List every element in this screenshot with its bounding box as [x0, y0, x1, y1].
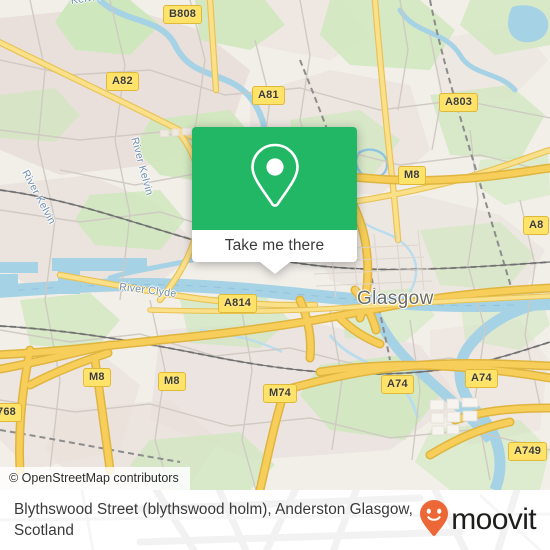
road-shield-a82: A82 — [106, 72, 139, 91]
road-shield-m8-north: M8 — [398, 166, 426, 185]
moovit-logo[interactable]: moovit — [419, 499, 537, 542]
callout-pin-panel — [192, 127, 357, 230]
moovit-wordmark: moovit — [451, 503, 536, 536]
road-shield-a803: A803 — [439, 93, 479, 112]
road-shield-m74: M74 — [263, 384, 297, 403]
moovit-map-page: B808 A82 A81 A803 M8 A8 A814 M8 M8 768 M… — [0, 0, 550, 550]
page-footer: Blythswood Street (blythswood holm), And… — [0, 490, 550, 550]
take-me-there-label: Take me there — [224, 237, 325, 254]
road-shield-a74-right: A74 — [465, 369, 498, 388]
osm-attribution[interactable]: © OpenStreetMap contributors — [0, 466, 190, 490]
city-label-glasgow: Glasgow — [357, 288, 434, 309]
moovit-smiley-pin-icon — [419, 499, 449, 542]
road-shield-a768: 768 — [0, 403, 22, 422]
road-shield-b808: B808 — [163, 5, 203, 24]
road-shield-a74-left: A74 — [381, 375, 414, 394]
location-callout-card[interactable]: Take me there — [192, 127, 357, 274]
take-me-there-button[interactable]: Take me there — [192, 230, 357, 274]
road-shield-a749: A749 — [508, 442, 548, 461]
road-shield-a814: A814 — [218, 294, 258, 313]
road-shield-a81: A81 — [252, 86, 285, 105]
map-pin-icon — [247, 142, 303, 215]
road-shield-m8-mid: M8 — [158, 372, 186, 391]
road-shield-m8-west: M8 — [83, 368, 111, 387]
road-shield-a8: A8 — [523, 216, 550, 235]
place-title: Blythswood Street (blythswood holm), And… — [14, 500, 413, 539]
callout-pointer-tail — [259, 262, 290, 274]
